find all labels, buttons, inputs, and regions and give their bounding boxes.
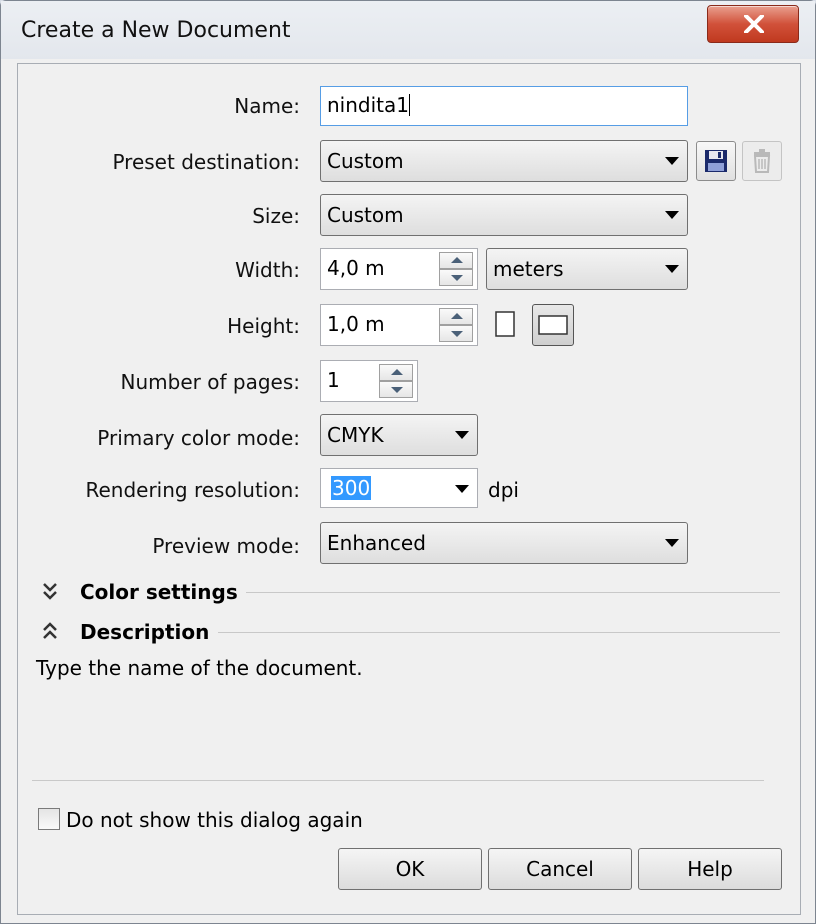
preview-mode-value: Enhanced [327, 531, 426, 555]
cancel-button[interactable]: Cancel [488, 848, 632, 890]
help-button[interactable]: Help [638, 848, 782, 890]
arrow-up-icon [451, 257, 463, 263]
dialog-content: Name: nindita1 Preset destination: Custo… [17, 63, 801, 915]
size-label: Size: [252, 204, 300, 228]
name-label: Name: [234, 94, 300, 118]
height-label: Height: [227, 314, 300, 338]
floppy-disk-icon [705, 150, 727, 172]
pages-increment-button[interactable] [379, 364, 413, 381]
resolution-value: 300 [331, 476, 372, 500]
text-caret [408, 94, 410, 116]
resolution-combo[interactable]: 300 [320, 468, 478, 508]
resolution-label: Rendering resolution: [85, 478, 300, 502]
resolution-unit: dpi [488, 478, 519, 502]
description-header[interactable]: Description [80, 620, 209, 644]
landscape-page-icon [538, 315, 568, 335]
pages-label: Number of pages: [120, 370, 300, 394]
color-settings-header[interactable]: Color settings [80, 580, 238, 604]
section-divider [246, 592, 780, 593]
preset-destination-select[interactable]: Custom [320, 140, 688, 182]
height-value: 1,0 m [327, 312, 385, 336]
width-input[interactable]: 4,0 m [320, 248, 478, 290]
width-value: 4,0 m [327, 256, 385, 280]
chevron-down-icon [455, 431, 469, 439]
landscape-button[interactable] [532, 304, 574, 346]
ok-button[interactable]: OK [338, 848, 482, 890]
dont-show-label[interactable]: Do not show this dialog again [66, 808, 363, 832]
preview-mode-label: Preview mode: [152, 534, 300, 558]
description-text: Type the name of the document. [36, 656, 363, 680]
title-bar[interactable]: Create a New Document [1, 1, 815, 59]
portrait-page-icon [495, 311, 515, 337]
close-icon [744, 15, 764, 33]
dont-show-checkbox[interactable] [38, 808, 60, 830]
trash-icon [753, 149, 771, 173]
name-input[interactable]: nindita1 [320, 86, 688, 126]
arrow-down-icon [391, 387, 403, 393]
chevron-down-icon [665, 265, 679, 273]
arrow-up-icon [391, 369, 403, 375]
name-value: nindita1 [327, 93, 409, 117]
height-spinner [439, 308, 473, 342]
section-divider [218, 632, 780, 633]
window-title: Create a New Document [21, 18, 291, 43]
preview-mode-select[interactable]: Enhanced [320, 522, 688, 564]
chevron-down-icon [665, 539, 679, 547]
width-label: Width: [235, 258, 300, 282]
units-value: meters [493, 257, 564, 281]
width-spinner [439, 252, 473, 286]
height-input[interactable]: 1,0 m [320, 304, 478, 346]
units-select[interactable]: meters [486, 248, 688, 290]
width-decrement-button[interactable] [439, 269, 473, 286]
height-increment-button[interactable] [439, 308, 473, 325]
size-select[interactable]: Custom [320, 194, 688, 236]
color-mode-label: Primary color mode: [97, 426, 300, 450]
height-decrement-button[interactable] [439, 325, 473, 342]
save-preset-button[interactable] [696, 141, 736, 181]
chevron-down-icon [455, 485, 469, 493]
close-button[interactable] [707, 5, 799, 43]
chevron-down-icon [665, 211, 679, 219]
size-value: Custom [327, 203, 404, 227]
width-increment-button[interactable] [439, 252, 473, 269]
pages-input[interactable]: 1 [320, 360, 418, 402]
double-chevron-up-icon[interactable] [40, 620, 60, 642]
footer-separator [32, 780, 764, 781]
color-mode-select[interactable]: CMYK [320, 414, 478, 456]
chevron-down-icon [665, 157, 679, 165]
preset-destination-label: Preset destination: [112, 150, 300, 174]
arrow-up-icon [451, 313, 463, 319]
double-chevron-down-icon[interactable] [40, 580, 60, 602]
dialog-window: Create a New Document Name: nindita1 Pre… [0, 0, 816, 924]
color-mode-value: CMYK [327, 423, 384, 447]
arrow-down-icon [451, 331, 463, 337]
arrow-down-icon [451, 275, 463, 281]
pages-value: 1 [327, 368, 340, 392]
pages-decrement-button[interactable] [379, 381, 413, 398]
pages-spinner [379, 364, 413, 398]
preset-destination-value: Custom [327, 149, 404, 173]
portrait-button[interactable] [494, 310, 516, 338]
delete-preset-button[interactable] [742, 141, 782, 181]
